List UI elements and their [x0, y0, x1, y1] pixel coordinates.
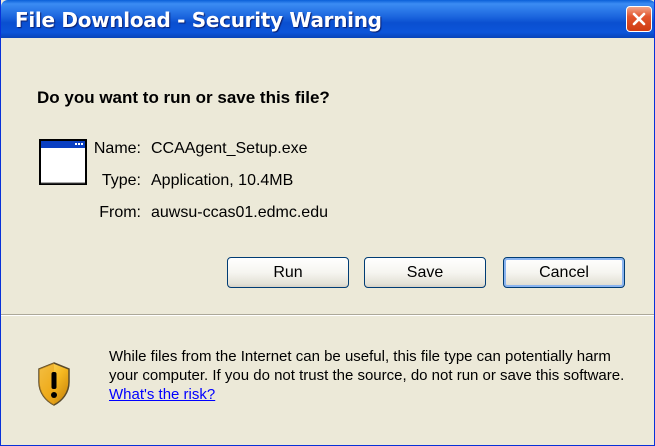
file-name-value: CCAAgent_Setup.exe	[151, 140, 308, 157]
divider-highlight	[1, 315, 654, 316]
security-warning-dialog: File Download - Security Warning Do you …	[0, 0, 655, 446]
title-bar[interactable]: File Download - Security Warning	[1, 0, 654, 38]
save-button[interactable]: Save	[364, 257, 486, 288]
question-heading: Do you want to run or save this file?	[37, 88, 330, 107]
file-name-label: Name:	[93, 140, 141, 157]
security-shield-warning-icon	[38, 362, 70, 406]
close-button[interactable]	[626, 6, 652, 32]
window-title: File Download - Security Warning	[15, 8, 382, 32]
file-from-label: From:	[99, 204, 141, 221]
whats-the-risk-link[interactable]: What's the risk?	[109, 386, 215, 403]
warning-message: While files from the Internet can be use…	[109, 348, 625, 384]
file-type-value: Application, 10.4MB	[151, 172, 294, 189]
run-button[interactable]: Run	[227, 257, 349, 288]
file-type-label: Type:	[101, 172, 141, 189]
close-icon	[632, 12, 646, 26]
cancel-button[interactable]: Cancel	[503, 257, 625, 288]
security-warning-text: While files from the Internet can be use…	[109, 347, 639, 404]
file-from-value: auwsu-ccas01.edmc.edu	[151, 204, 328, 221]
